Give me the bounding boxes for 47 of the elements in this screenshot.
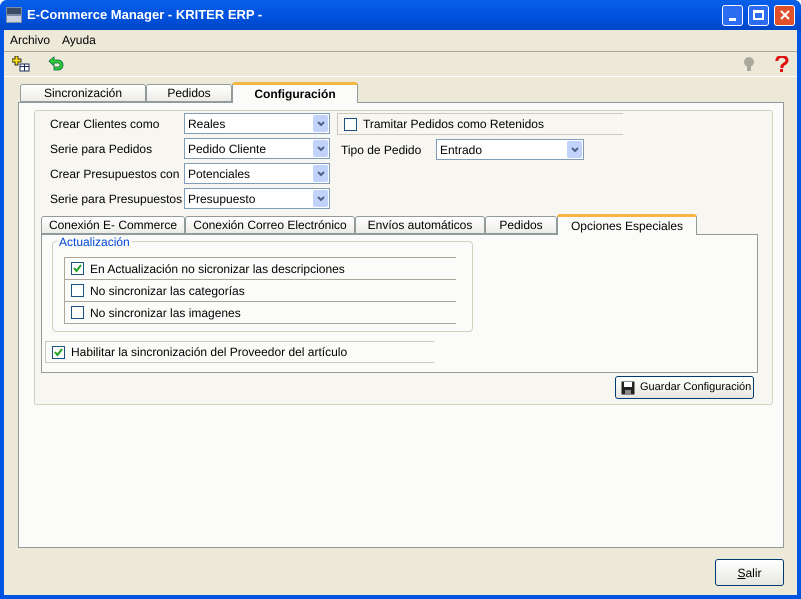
tab[interactable]: Configuración	[232, 82, 358, 103]
close-button[interactable]	[774, 4, 795, 26]
dropdown[interactable]: Pedido Cliente	[184, 138, 330, 159]
group-title: Actualización	[57, 235, 132, 249]
checkbox-field[interactable]: No sincronizar las imagenes	[64, 302, 456, 324]
checkbox-field[interactable]: Tramitar Pedidos como Retenidos	[337, 113, 623, 135]
checkbox-label: En Actualización no sicronizar las descripciones	[90, 260, 345, 278]
checkbox-label: Habilitar la sincronización del Proveedor del artículo	[71, 344, 348, 361]
save-configuration-button[interactable]: Guardar Configuración	[615, 376, 754, 399]
checkbox[interactable]	[344, 118, 357, 130]
checkbox-label: No sincronizar las imagenes	[90, 304, 241, 322]
tab[interactable]: Envíos automáticos	[355, 216, 485, 234]
tab[interactable]: Sincronización	[20, 84, 146, 102]
menu-item[interactable]: Ayuda	[62, 31, 96, 49]
help-question-icon[interactable]	[775, 56, 789, 72]
dropdown[interactable]: Entrado	[436, 139, 584, 160]
field-label: Serie para Pedidos	[50, 140, 154, 158]
checkbox-field[interactable]: No sincronizar las categorías	[64, 280, 456, 302]
maximize-button[interactable]	[748, 4, 769, 26]
checkbox[interactable]	[71, 284, 84, 297]
dropdown[interactable]: Potenciales	[184, 163, 330, 184]
field-label: Crear Presupuestos con	[50, 166, 180, 182]
tab[interactable]: Conexión Correo Electrónico	[185, 216, 355, 234]
dropdown[interactable]: Reales	[184, 113, 330, 134]
field-label: Serie para Presupuestos	[50, 190, 184, 208]
new-table-icon[interactable]	[12, 56, 30, 72]
tab[interactable]: Conexión E- Commerce	[41, 216, 185, 234]
checkbox-label: Tramitar Pedidos como Retenidos	[363, 116, 544, 133]
checkbox[interactable]	[52, 346, 65, 358]
tab[interactable]: Opciones Especiales	[557, 214, 697, 235]
tab[interactable]: Pedidos	[485, 216, 557, 234]
checkbox-field[interactable]: Habilitar la sincronización del Proveedor del artículo	[45, 341, 434, 363]
checkbox[interactable]	[71, 262, 84, 275]
tab[interactable]: Pedidos	[146, 84, 232, 102]
window-title: E-Commerce Manager - KRITER ERP -	[27, 6, 262, 24]
app-logo-icon	[6, 7, 22, 23]
field-label: Tipo de Pedido	[340, 142, 422, 158]
menu-item[interactable]: Archivo	[10, 31, 50, 49]
checkbox-field[interactable]: En Actualización no sicronizar las descripciones	[64, 258, 456, 280]
exit-button[interactable]: Salir	[715, 559, 784, 586]
checkbox[interactable]	[71, 306, 84, 319]
dropdown[interactable]: Presupuesto	[184, 188, 330, 209]
close-icon	[778, 9, 790, 21]
undo-arrow-icon[interactable]	[48, 56, 64, 72]
field-label: Crear Clientes como	[50, 116, 160, 132]
minimize-button[interactable]	[722, 4, 743, 26]
checkbox-label: No sincronizar las categorías	[90, 282, 245, 300]
